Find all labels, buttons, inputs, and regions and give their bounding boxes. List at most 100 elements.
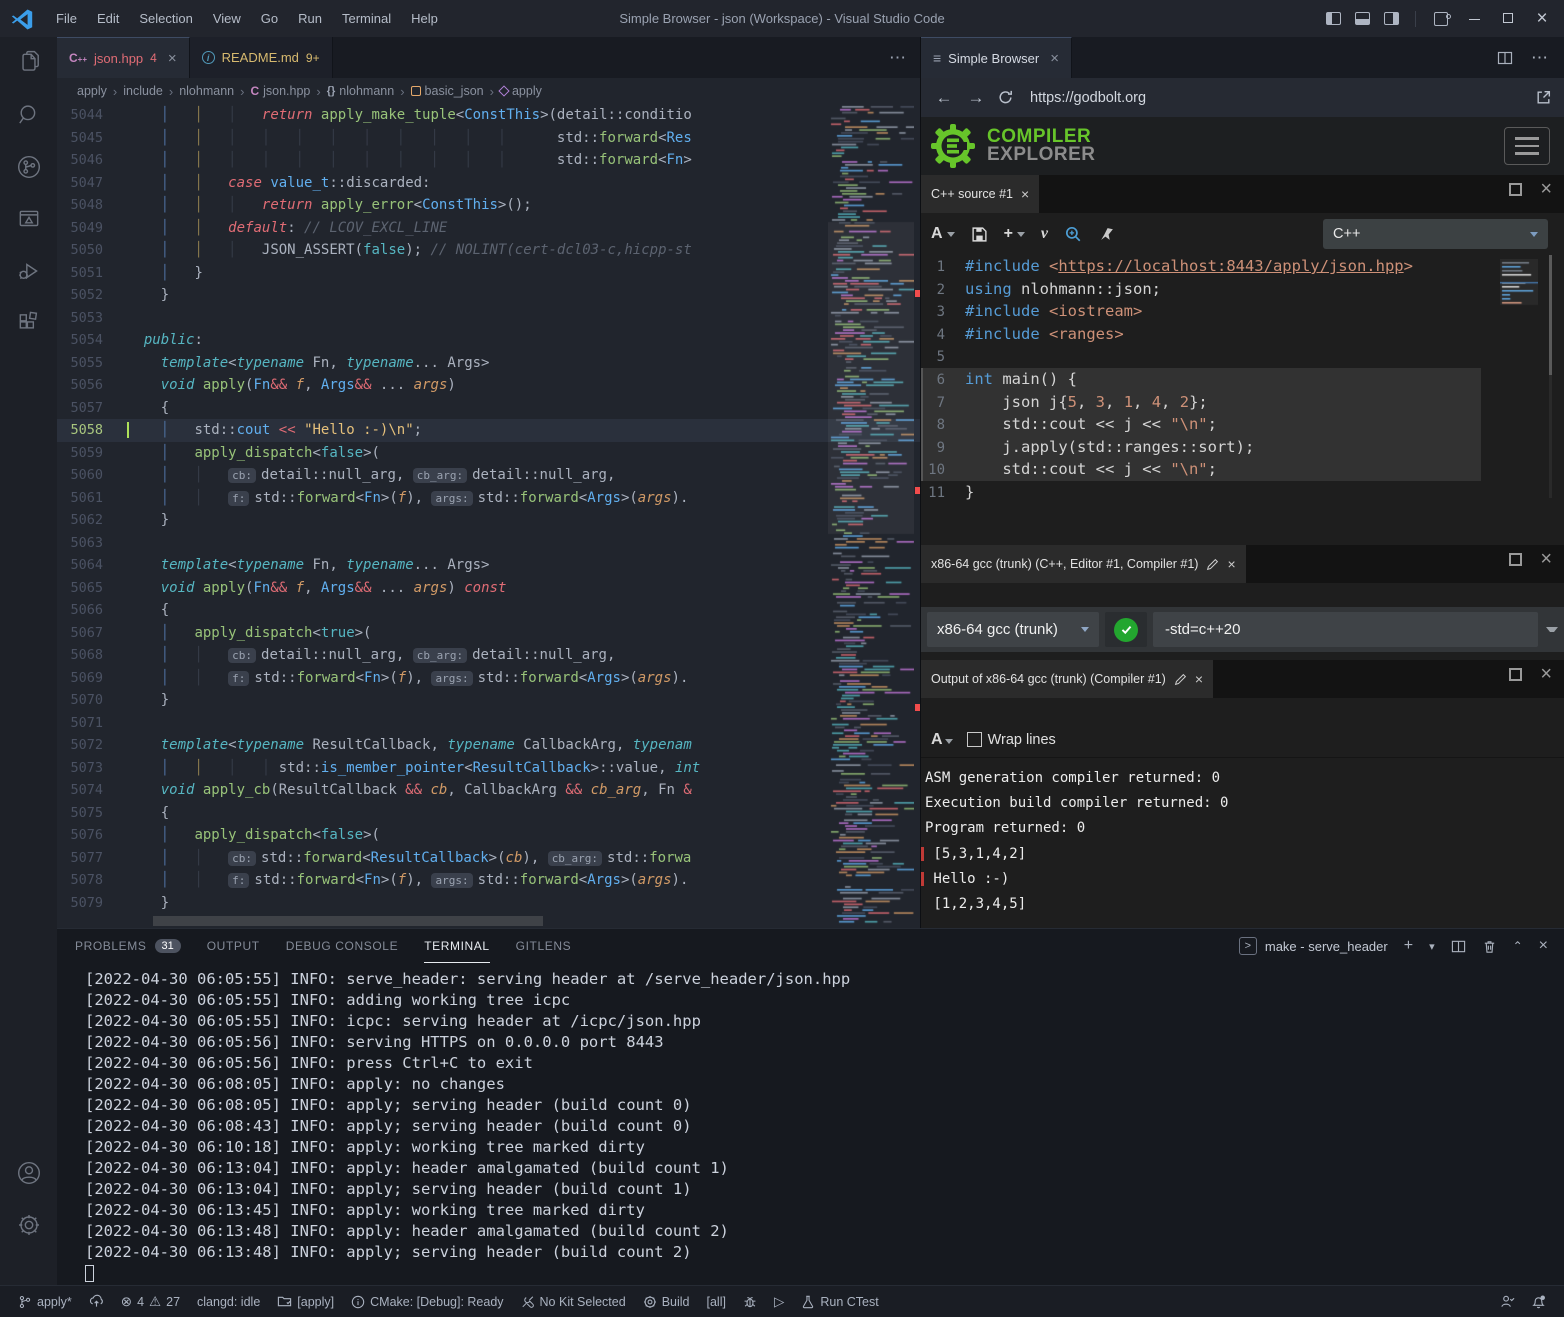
code-line[interactable]: 5066 { — [57, 599, 920, 622]
code-line[interactable]: 5074 void apply_cb(ResultCallback && cb,… — [57, 779, 920, 802]
code-line[interactable]: 5075 { — [57, 802, 920, 825]
breadcrumb-item[interactable]: Cjson.hpp — [250, 84, 310, 98]
rename-pencil-icon[interactable] — [1206, 558, 1219, 571]
settings-gear-icon[interactable] — [0, 1199, 57, 1251]
source-tab[interactable]: C++ source #1 × — [921, 175, 1039, 213]
forward-icon[interactable]: → — [965, 88, 987, 108]
close-tab-icon[interactable]: × — [168, 50, 177, 67]
code-line[interactable]: 5063 — [57, 532, 920, 555]
breadcrumb-item[interactable]: apply — [500, 84, 542, 98]
panel-tab-output[interactable]: OUTPUT — [207, 929, 260, 963]
font-size-icon[interactable]: A — [931, 731, 953, 749]
menu-selection[interactable]: Selection — [129, 11, 202, 26]
code-line[interactable]: 5057 { — [57, 397, 920, 420]
panel-tab-problems[interactable]: PROBLEMS31 — [75, 929, 181, 963]
godbolt-code-line[interactable]: 1#include <https://localhost:8443/apply/… — [921, 255, 1564, 278]
split-editor-icon[interactable] — [1497, 50, 1513, 66]
tab-readme-md[interactable]: i README.md 9+ — [190, 37, 333, 78]
reload-icon[interactable] — [997, 89, 1014, 106]
code-line[interactable]: 5058 │ std::cout << "Hello :-)\n"; — [57, 419, 920, 442]
menu-help[interactable]: Help — [401, 11, 448, 26]
close-pane-icon[interactable]: × — [1540, 183, 1552, 196]
cmake-folder-status[interactable]: [apply] — [271, 1290, 340, 1314]
problems-status[interactable]: ⊗4 ⚠27 — [115, 1290, 186, 1314]
language-select[interactable]: C++ — [1323, 219, 1548, 249]
menu-terminal[interactable]: Terminal — [332, 11, 401, 26]
terminal-dropdown-icon[interactable]: ▾ — [1429, 940, 1435, 953]
debug-target-icon[interactable] — [737, 1290, 763, 1314]
kit-selection-status[interactable]: No Kit Selected — [515, 1290, 632, 1314]
code-line[interactable]: 5054 public: — [57, 329, 920, 352]
split-terminal-icon[interactable] — [1451, 939, 1466, 954]
code-line[interactable]: 5046 │ │ │ │ │ │ │ │ │ │ │ std::forward<… — [57, 149, 920, 172]
code-line[interactable]: 5053 — [57, 307, 920, 330]
code-line[interactable]: 5078 │ │ f:std::forward<Fn>(f), args:std… — [57, 869, 920, 892]
toggle-panel-icon[interactable] — [1355, 12, 1370, 25]
maximize-pane-icon[interactable] — [1509, 183, 1522, 196]
horizontal-scrollbar[interactable] — [153, 916, 543, 926]
extensions-icon[interactable] — [0, 297, 57, 349]
menu-file[interactable]: File — [46, 11, 87, 26]
hamburger-menu-icon[interactable] — [1504, 127, 1550, 165]
minimize-button[interactable] — [1460, 10, 1488, 27]
godbolt-code-line[interactable]: 11} — [921, 481, 1564, 504]
code-line[interactable]: 5070 } — [57, 689, 920, 712]
save-icon[interactable] — [971, 226, 988, 243]
godbolt-code-line[interactable]: 3#include <iostream> — [921, 300, 1564, 323]
publish-changes-button[interactable] — [83, 1290, 110, 1314]
toggle-sidebar-icon[interactable] — [1326, 12, 1341, 25]
terminal-instance[interactable]: > make - serve_header — [1239, 937, 1388, 955]
tab-simple-browser[interactable]: ≡ Simple Browser × — [921, 37, 1072, 78]
godbolt-code-line[interactable]: 6int main() { — [921, 368, 1481, 391]
source-control-icon[interactable] — [0, 141, 57, 193]
godbolt-code-line[interactable]: 10 std::cout << j << "\n"; — [921, 458, 1481, 481]
open-external-icon[interactable] — [1535, 89, 1552, 106]
compiler-select[interactable]: x86-64 gcc (trunk) — [927, 612, 1099, 647]
godbolt-code-line[interactable]: 8 std::cout << j << "\n"; — [921, 413, 1481, 436]
breadcrumb[interactable]: apply›include›nlohmann›Cjson.hpp›{}nlohm… — [57, 78, 920, 104]
breadcrumb-item[interactable]: basic_json — [411, 84, 484, 98]
terminal-output[interactable]: [2022-04-30 06:05:55] INFO: serve_header… — [85, 969, 1554, 1281]
tab-json-hpp[interactable]: C++ json.hpp 4 × — [57, 37, 190, 78]
code-line[interactable]: 5065 void apply(Fn&& f, Args&& ... args)… — [57, 577, 920, 600]
back-icon[interactable]: ← — [933, 88, 955, 108]
maximize-pane-icon[interactable] — [1509, 553, 1522, 566]
kill-terminal-trash-icon[interactable] — [1482, 939, 1497, 954]
code-line[interactable]: 5077 │ │ cb:std::forward<ResultCallback>… — [57, 847, 920, 870]
compiler-tab[interactable]: x86-64 gcc (trunk) (C++, Editor #1, Comp… — [921, 545, 1246, 583]
explorer-icon[interactable] — [0, 37, 57, 89]
menu-view[interactable]: View — [203, 11, 251, 26]
code-line[interactable]: 5068 │ │ cb:detail::null_arg, cb_arg:det… — [57, 644, 920, 667]
close-pane-icon[interactable]: × — [1540, 553, 1552, 566]
maximize-button[interactable] — [1494, 10, 1522, 27]
code-line[interactable]: 5056 void apply(Fn&& f, Args&& ... args) — [57, 374, 920, 397]
godbolt-scrollbar[interactable] — [1549, 255, 1552, 498]
menu-edit[interactable]: Edit — [87, 11, 129, 26]
code-line[interactable]: 5045 │ │ │ │ │ │ │ │ │ │ │ std::forward<… — [57, 127, 920, 150]
git-branch-status[interactable]: apply* — [12, 1290, 78, 1314]
account-icon[interactable] — [0, 1147, 57, 1199]
code-line[interactable]: 5064 template<typename Fn, typename... A… — [57, 554, 920, 577]
customize-layout-icon[interactable] — [1434, 12, 1448, 26]
output-tab[interactable]: Output of x86-64 gcc (trunk) (Compiler #… — [921, 660, 1213, 698]
zoom-search-icon[interactable] — [1064, 225, 1082, 243]
build-target-status[interactable]: [all] — [701, 1290, 732, 1314]
search-icon[interactable] — [0, 89, 57, 141]
godbolt-source-editor[interactable]: 1#include <https://localhost:8443/apply/… — [921, 255, 1564, 504]
godbolt-code-line[interactable]: 4#include <ranges> — [921, 323, 1564, 346]
new-terminal-icon[interactable]: + — [1404, 937, 1413, 955]
cmake-icon[interactable] — [0, 193, 57, 245]
code-line[interactable]: 5060 │ │ cb:detail::null_arg, cb_arg:det… — [57, 464, 920, 487]
minimap[interactable] — [828, 104, 914, 928]
breadcrumb-item[interactable]: nlohmann — [179, 84, 234, 98]
code-line[interactable]: 5055 template<typename Fn, typename... A… — [57, 352, 920, 375]
close-icon[interactable]: × — [1227, 556, 1235, 572]
run-debug-icon[interactable] — [0, 245, 57, 297]
url-input[interactable]: https://godbolt.org — [1030, 90, 1525, 106]
libraries-dropdown-icon[interactable] — [1546, 627, 1558, 632]
code-line[interactable]: 5061 │ │ f:std::forward<Fn>(f), args:std… — [57, 487, 920, 510]
code-line[interactable]: 5044 │ │ │ return apply_make_tuple<Const… — [57, 104, 920, 127]
maximize-pane-icon[interactable] — [1509, 668, 1522, 681]
maximize-panel-icon[interactable]: ⌃ — [1513, 939, 1523, 953]
more-actions-icon[interactable]: ⋯ — [1531, 48, 1548, 68]
